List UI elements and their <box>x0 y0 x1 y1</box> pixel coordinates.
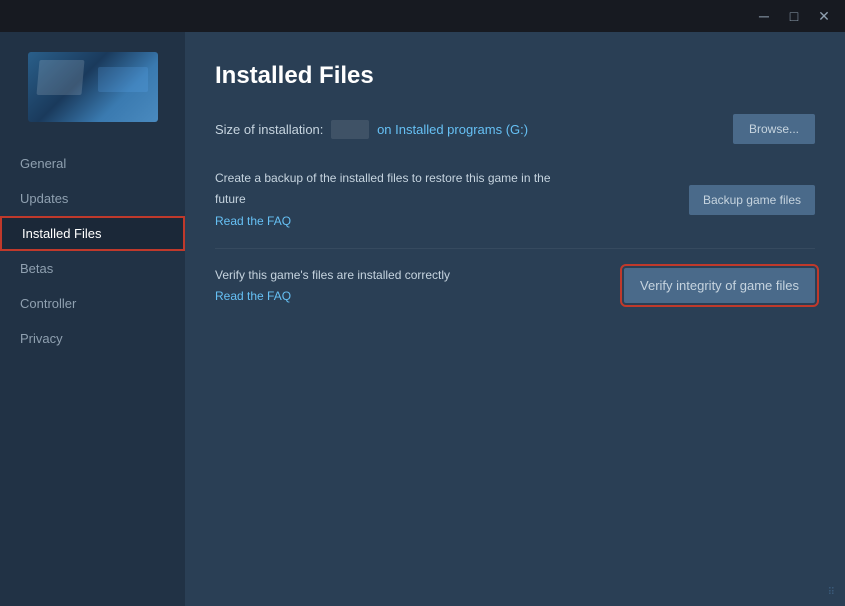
install-size-row: Size of installation: on Installed progr… <box>215 114 815 144</box>
browse-button[interactable]: Browse... <box>733 114 815 144</box>
sidebar-item-updates[interactable]: Updates <box>0 181 185 216</box>
section-description-backup: Create a backup of the installed files t… <box>215 170 669 187</box>
maximize-button[interactable]: □ <box>781 6 807 26</box>
install-size-value <box>331 120 369 139</box>
sidebar-item-general[interactable]: General <box>0 146 185 181</box>
title-bar: ─ □ ✕ <box>0 0 845 32</box>
sidebar-item-betas[interactable]: Betas <box>0 251 185 286</box>
section-description-verify: Verify this game's files are installed c… <box>215 267 604 284</box>
backup-button[interactable]: Backup game files <box>689 185 815 215</box>
minimize-button[interactable]: ─ <box>751 6 777 26</box>
main-panel: Installed Files Size of installation: on… <box>185 32 845 606</box>
main-content: GeneralUpdatesInstalled FilesBetasContro… <box>0 32 845 606</box>
verify-button[interactable]: Verify integrity of game files <box>624 268 815 303</box>
section-backup: Create a backup of the installed files t… <box>215 166 815 248</box>
page-title: Installed Files <box>215 62 815 90</box>
section-info-backup: Create a backup of the installed files t… <box>215 170 689 230</box>
sidebar-item-privacy[interactable]: Privacy <box>0 321 185 356</box>
window-controls: ─ □ ✕ <box>751 6 837 26</box>
nav-menu: GeneralUpdatesInstalled FilesBetasContro… <box>0 138 185 356</box>
section-verify: Verify this game's files are installed c… <box>215 248 815 324</box>
game-thumbnail <box>28 52 158 122</box>
bottom-decoration: ⠿ <box>828 587 835 598</box>
section-info-verify: Verify this game's files are installed c… <box>215 267 624 306</box>
sidebar-item-controller[interactable]: Controller <box>0 286 185 321</box>
faq-link-backup[interactable]: Read the FAQ <box>215 214 291 228</box>
close-button[interactable]: ✕ <box>811 6 837 26</box>
sidebar-item-installed-files[interactable]: Installed Files <box>0 216 185 251</box>
install-location-link[interactable]: on Installed programs (G:) <box>377 122 528 137</box>
sidebar: GeneralUpdatesInstalled FilesBetasContro… <box>0 32 185 606</box>
faq-link-verify[interactable]: Read the FAQ <box>215 289 291 303</box>
sections-container: Create a backup of the installed files t… <box>215 166 815 323</box>
install-size-label: Size of installation: <box>215 122 323 137</box>
